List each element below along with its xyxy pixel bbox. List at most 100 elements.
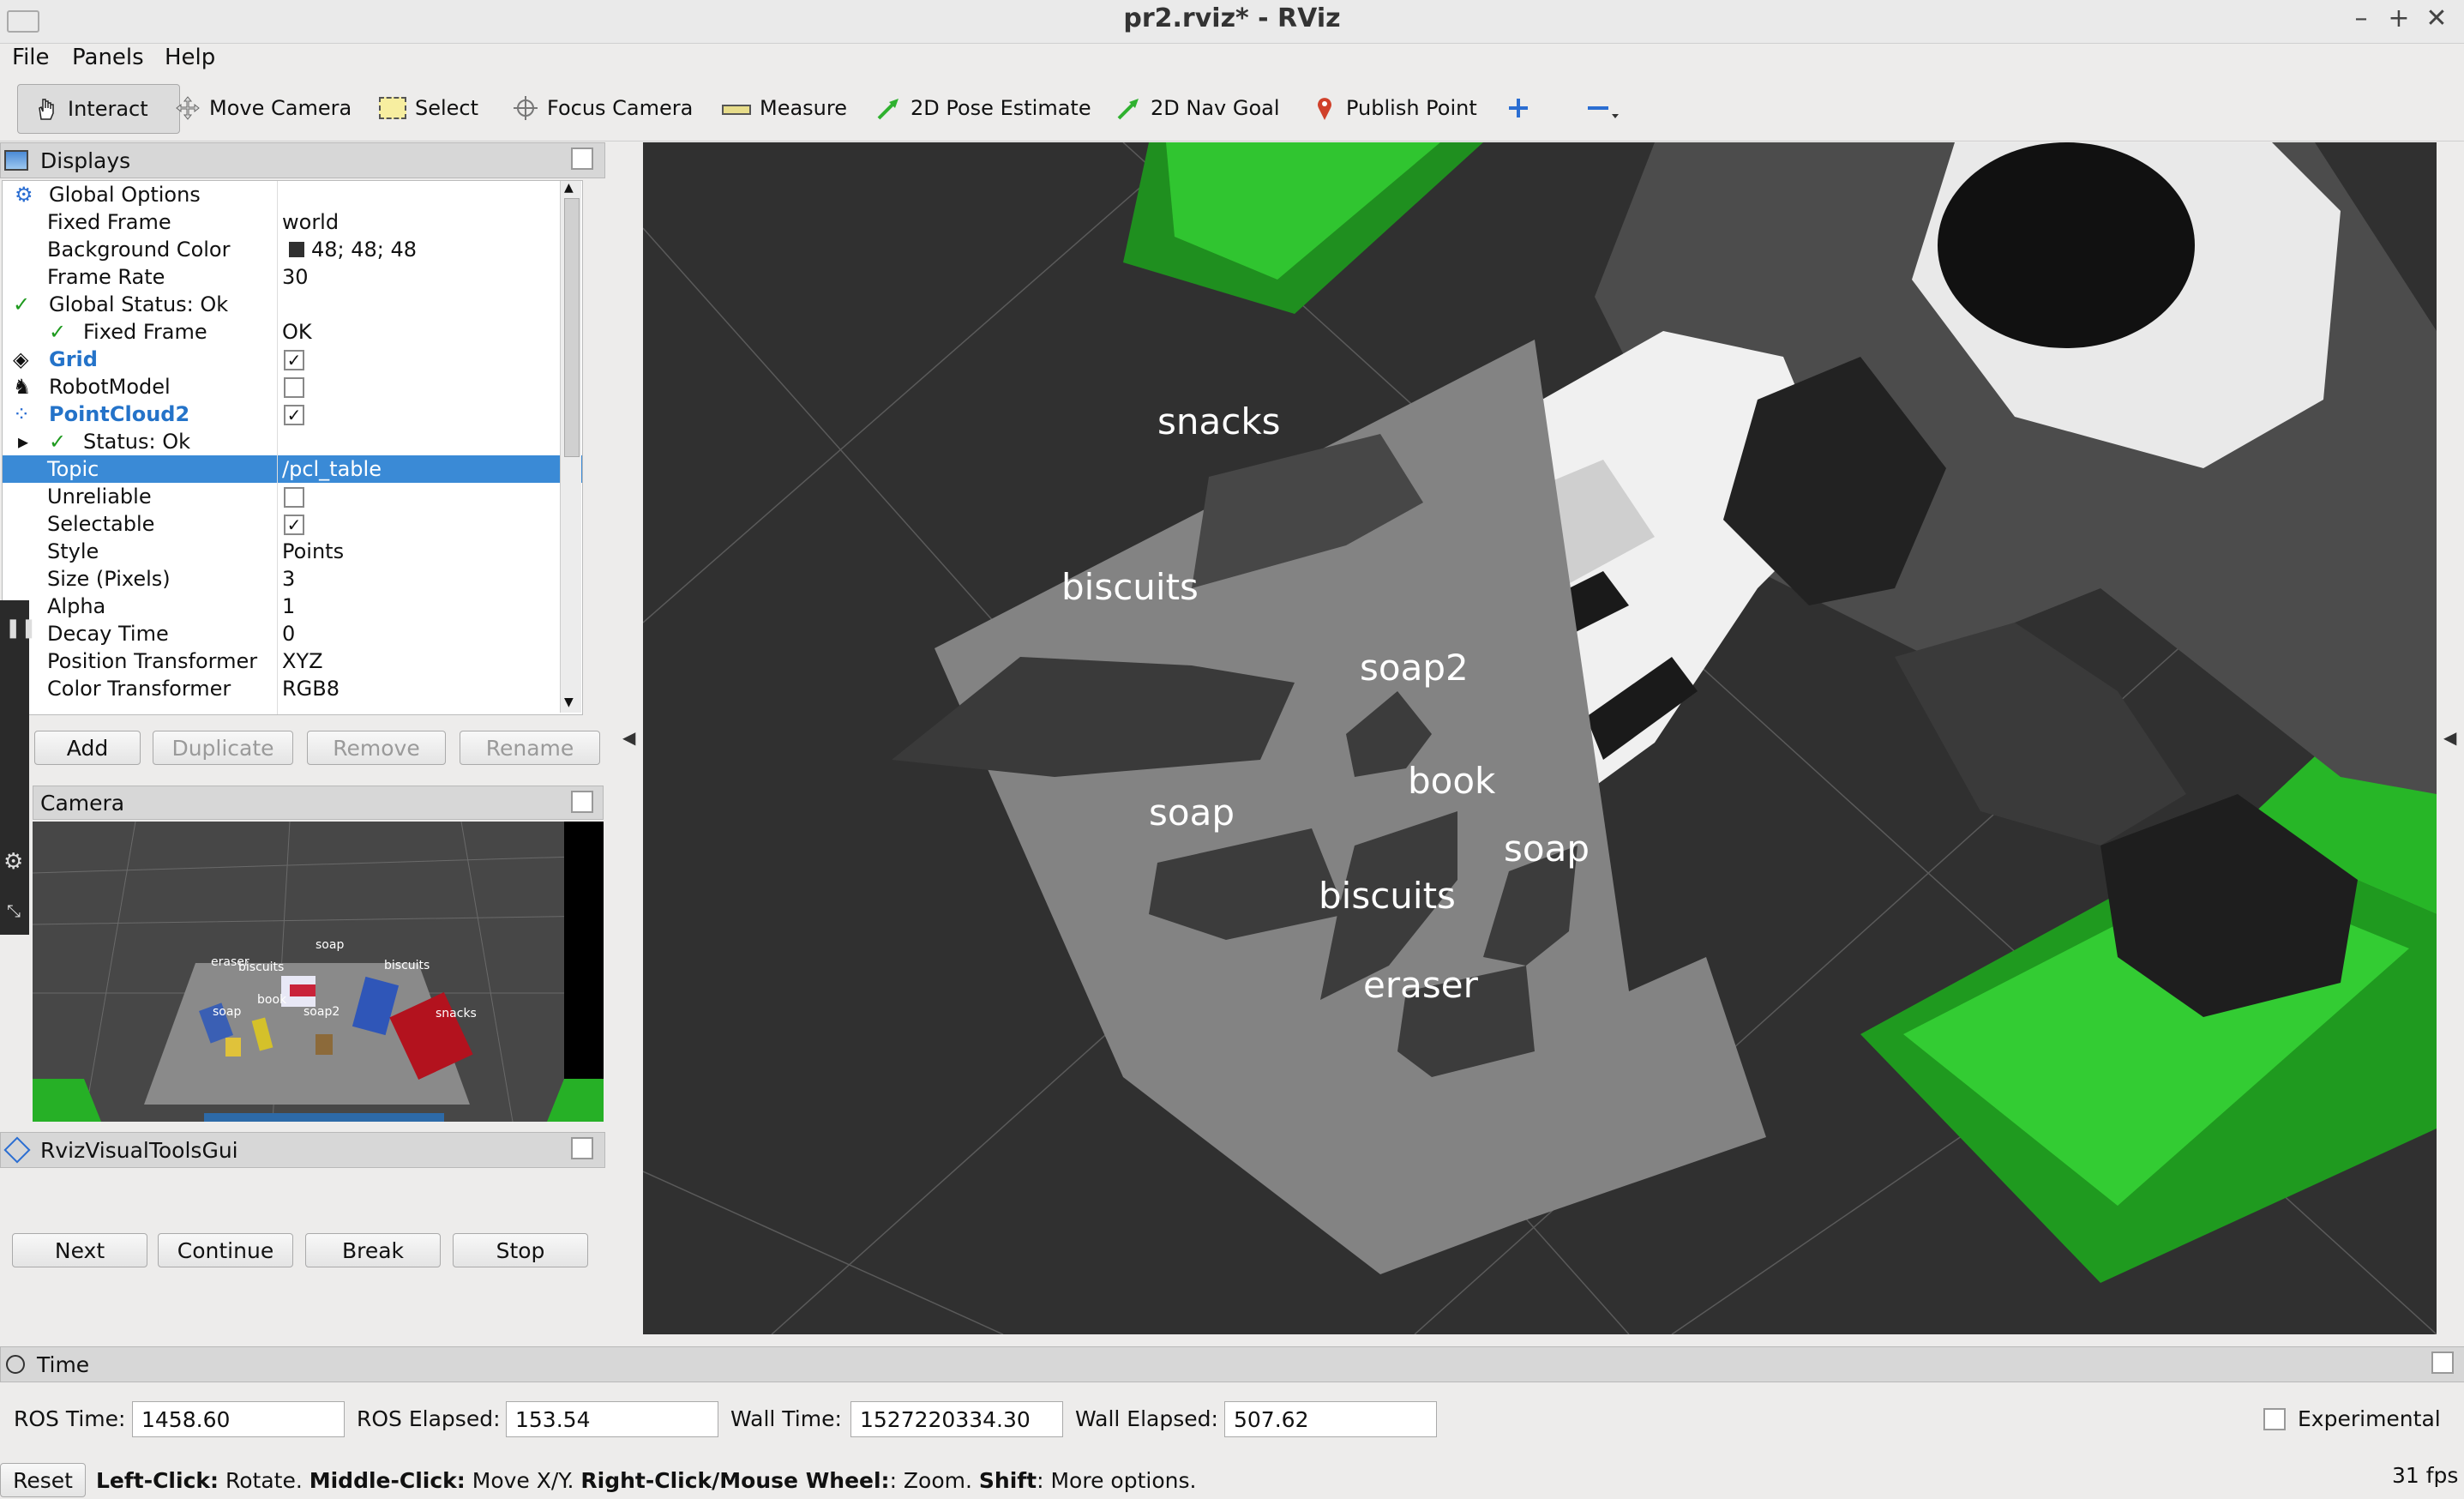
camera-panel-header: Camera — [33, 786, 604, 820]
experimental-label: Experimental — [2298, 1406, 2441, 1431]
move-camera-icon — [175, 95, 201, 121]
tree-scrollbar[interactable]: ▲ ▼ — [560, 181, 581, 713]
gear-icon[interactable]: ⚙ — [3, 849, 23, 875]
collapse-right-dock-icon[interactable]: ◀ — [2443, 727, 2456, 748]
duplicate-display-button[interactable]: Duplicate — [153, 731, 293, 765]
publish-point-button[interactable]: Publish Point — [1312, 84, 1477, 132]
camera-undock-button[interactable] — [571, 791, 593, 813]
displays-undock-button[interactable] — [571, 147, 593, 170]
experimental-checkbox[interactable] — [2263, 1408, 2286, 1430]
tree-row-alpha[interactable]: Alpha 1 — [3, 593, 582, 620]
visual-tools-undock-button[interactable] — [571, 1137, 593, 1159]
close-icon[interactable]: ✕ — [2419, 3, 2454, 33]
tree-row-unreliable[interactable]: Unreliable — [3, 483, 582, 510]
ros-elapsed-field[interactable]: 153.54 — [506, 1401, 718, 1437]
break-button[interactable]: Break — [305, 1233, 441, 1267]
wall-time-field[interactable]: 1527220334.30 — [850, 1401, 1063, 1437]
hand-icon — [33, 96, 59, 122]
remove-display-button[interactable]: Remove — [307, 731, 446, 765]
pose-estimate-label: 2D Pose Estimate — [910, 96, 1091, 120]
menu-file[interactable]: File — [12, 45, 50, 70]
tree-row-selectable[interactable]: Selectable ✓ — [3, 510, 582, 538]
add-tool-button[interactable] — [1505, 84, 1531, 132]
time-undock-button[interactable] — [2431, 1352, 2454, 1374]
gear-icon: ⚙ — [15, 183, 33, 207]
pointcloud-icon: ⁘ — [13, 402, 31, 426]
window-title: pr2.rviz* - RViz — [1123, 3, 1341, 33]
displays-title: Displays — [40, 147, 131, 173]
select-tool-button[interactable]: Select — [379, 84, 478, 132]
minimize-icon[interactable]: – — [2344, 3, 2378, 33]
render-viewport[interactable]: snacks biscuits soap2 soap book soap bis… — [643, 142, 2437, 1334]
add-display-button[interactable]: Add — [34, 731, 141, 765]
visual-tools-title: RvizVisualToolsGui — [40, 1137, 238, 1163]
tree-row-size[interactable]: Size (Pixels) 3 — [3, 565, 582, 593]
expand-icon[interactable]: ⤡ — [7, 900, 21, 921]
interact-label: Interact — [68, 97, 148, 121]
robotmodel-enabled-checkbox[interactable] — [284, 377, 304, 398]
nav-goal-button[interactable]: 2D Nav Goal — [1116, 84, 1280, 132]
tree-row-topic[interactable]: Topic /pcl_table — [3, 455, 582, 483]
camera-label-soap-2: soap — [213, 1005, 241, 1019]
checkmark-icon: ✓ — [49, 430, 67, 454]
maximize-icon[interactable]: + — [2382, 3, 2416, 33]
menu-panels[interactable]: Panels — [72, 45, 144, 70]
tree-row-fixed-frame-status[interactable]: ✓ Fixed Frame OK — [3, 318, 582, 346]
tree-row-status[interactable]: ▸ ✓ Status: Ok — [3, 428, 582, 455]
unreliable-checkbox[interactable] — [284, 487, 304, 508]
wall-elapsed-label: Wall Elapsed: — [1075, 1406, 1218, 1431]
pause-icon[interactable]: ❚❚ — [5, 617, 37, 639]
pointcloud2-enabled-checkbox[interactable]: ✓ — [284, 405, 304, 425]
ros-time-field[interactable]: 1458.60 — [132, 1401, 345, 1437]
move-camera-button[interactable]: Move Camera — [175, 84, 352, 132]
expand-arrow-icon[interactable]: ▸ — [18, 428, 28, 455]
tree-row-global-options[interactable]: ⚙ Global Options — [3, 181, 582, 208]
next-button[interactable]: Next — [12, 1233, 147, 1267]
tree-row-fixed-frame[interactable]: Fixed Frame world — [3, 208, 582, 236]
select-label: Select — [415, 96, 479, 120]
reset-button[interactable]: Reset — [0, 1463, 86, 1497]
tree-row-robotmodel[interactable]: ♞ RobotModel — [3, 373, 582, 400]
measure-tool-button[interactable]: Measure — [722, 84, 847, 132]
object-label-soap-2: soap — [1504, 828, 1590, 870]
pose-estimate-button[interactable]: 2D Pose Estimate — [876, 84, 1091, 132]
tree-row-position-transformer[interactable]: Position Transformer XYZ — [3, 647, 582, 675]
object-label-snacks: snacks — [1157, 400, 1281, 442]
tree-row-global-status[interactable]: ✓ Global Status: Ok — [3, 291, 582, 318]
remove-tool-button[interactable] — [1586, 84, 1619, 132]
rename-display-button[interactable]: Rename — [460, 731, 600, 765]
scroll-up-icon[interactable]: ▲ — [564, 181, 574, 195]
object-label-eraser: eraser — [1363, 964, 1479, 1006]
tree-row-style[interactable]: Style Points — [3, 538, 582, 565]
camera-label-biscuits-2: biscuits — [384, 959, 430, 972]
select-icon — [379, 97, 406, 119]
wall-elapsed-field[interactable]: 507.62 — [1224, 1401, 1437, 1437]
tree-row-frame-rate[interactable]: Frame Rate 30 — [3, 263, 582, 291]
clock-icon — [6, 1355, 25, 1374]
interact-tool-button[interactable]: Interact — [17, 84, 180, 134]
color-swatch — [289, 242, 304, 257]
focus-camera-button[interactable]: Focus Camera — [513, 84, 693, 132]
stop-button[interactable]: Stop — [453, 1233, 588, 1267]
collapse-left-dock-icon[interactable]: ◀ — [622, 727, 635, 748]
tree-row-grid[interactable]: ◈ Grid ✓ — [3, 346, 582, 373]
grid-enabled-checkbox[interactable]: ✓ — [284, 350, 304, 370]
menu-help[interactable]: Help — [165, 45, 215, 70]
column-divider — [277, 181, 278, 714]
continue-button[interactable]: Continue — [158, 1233, 293, 1267]
ros-elapsed-label: ROS Elapsed: — [357, 1406, 501, 1431]
publish-point-label: Publish Point — [1346, 96, 1477, 120]
ruler-icon — [722, 105, 751, 115]
camera-view[interactable]: eraser biscuits soap biscuits book soap2… — [33, 822, 604, 1122]
diamond-icon — [3, 1136, 31, 1164]
tree-row-color-transformer[interactable]: Color Transformer RGB8 — [3, 675, 582, 702]
tree-row-decay-time[interactable]: Decay Time 0 — [3, 620, 582, 647]
object-label-soap: soap — [1149, 792, 1235, 834]
tree-row-background-color[interactable]: Background Color 48; 48; 48 — [3, 236, 582, 263]
green-arrow-icon — [876, 95, 902, 121]
green-arrow-icon — [1116, 95, 1142, 121]
tree-row-pointcloud2[interactable]: ⁘ PointCloud2 ✓ — [3, 400, 582, 428]
selectable-checkbox[interactable]: ✓ — [284, 515, 304, 535]
scrollbar-thumb[interactable] — [564, 198, 580, 457]
scroll-down-icon[interactable]: ▼ — [564, 695, 574, 709]
